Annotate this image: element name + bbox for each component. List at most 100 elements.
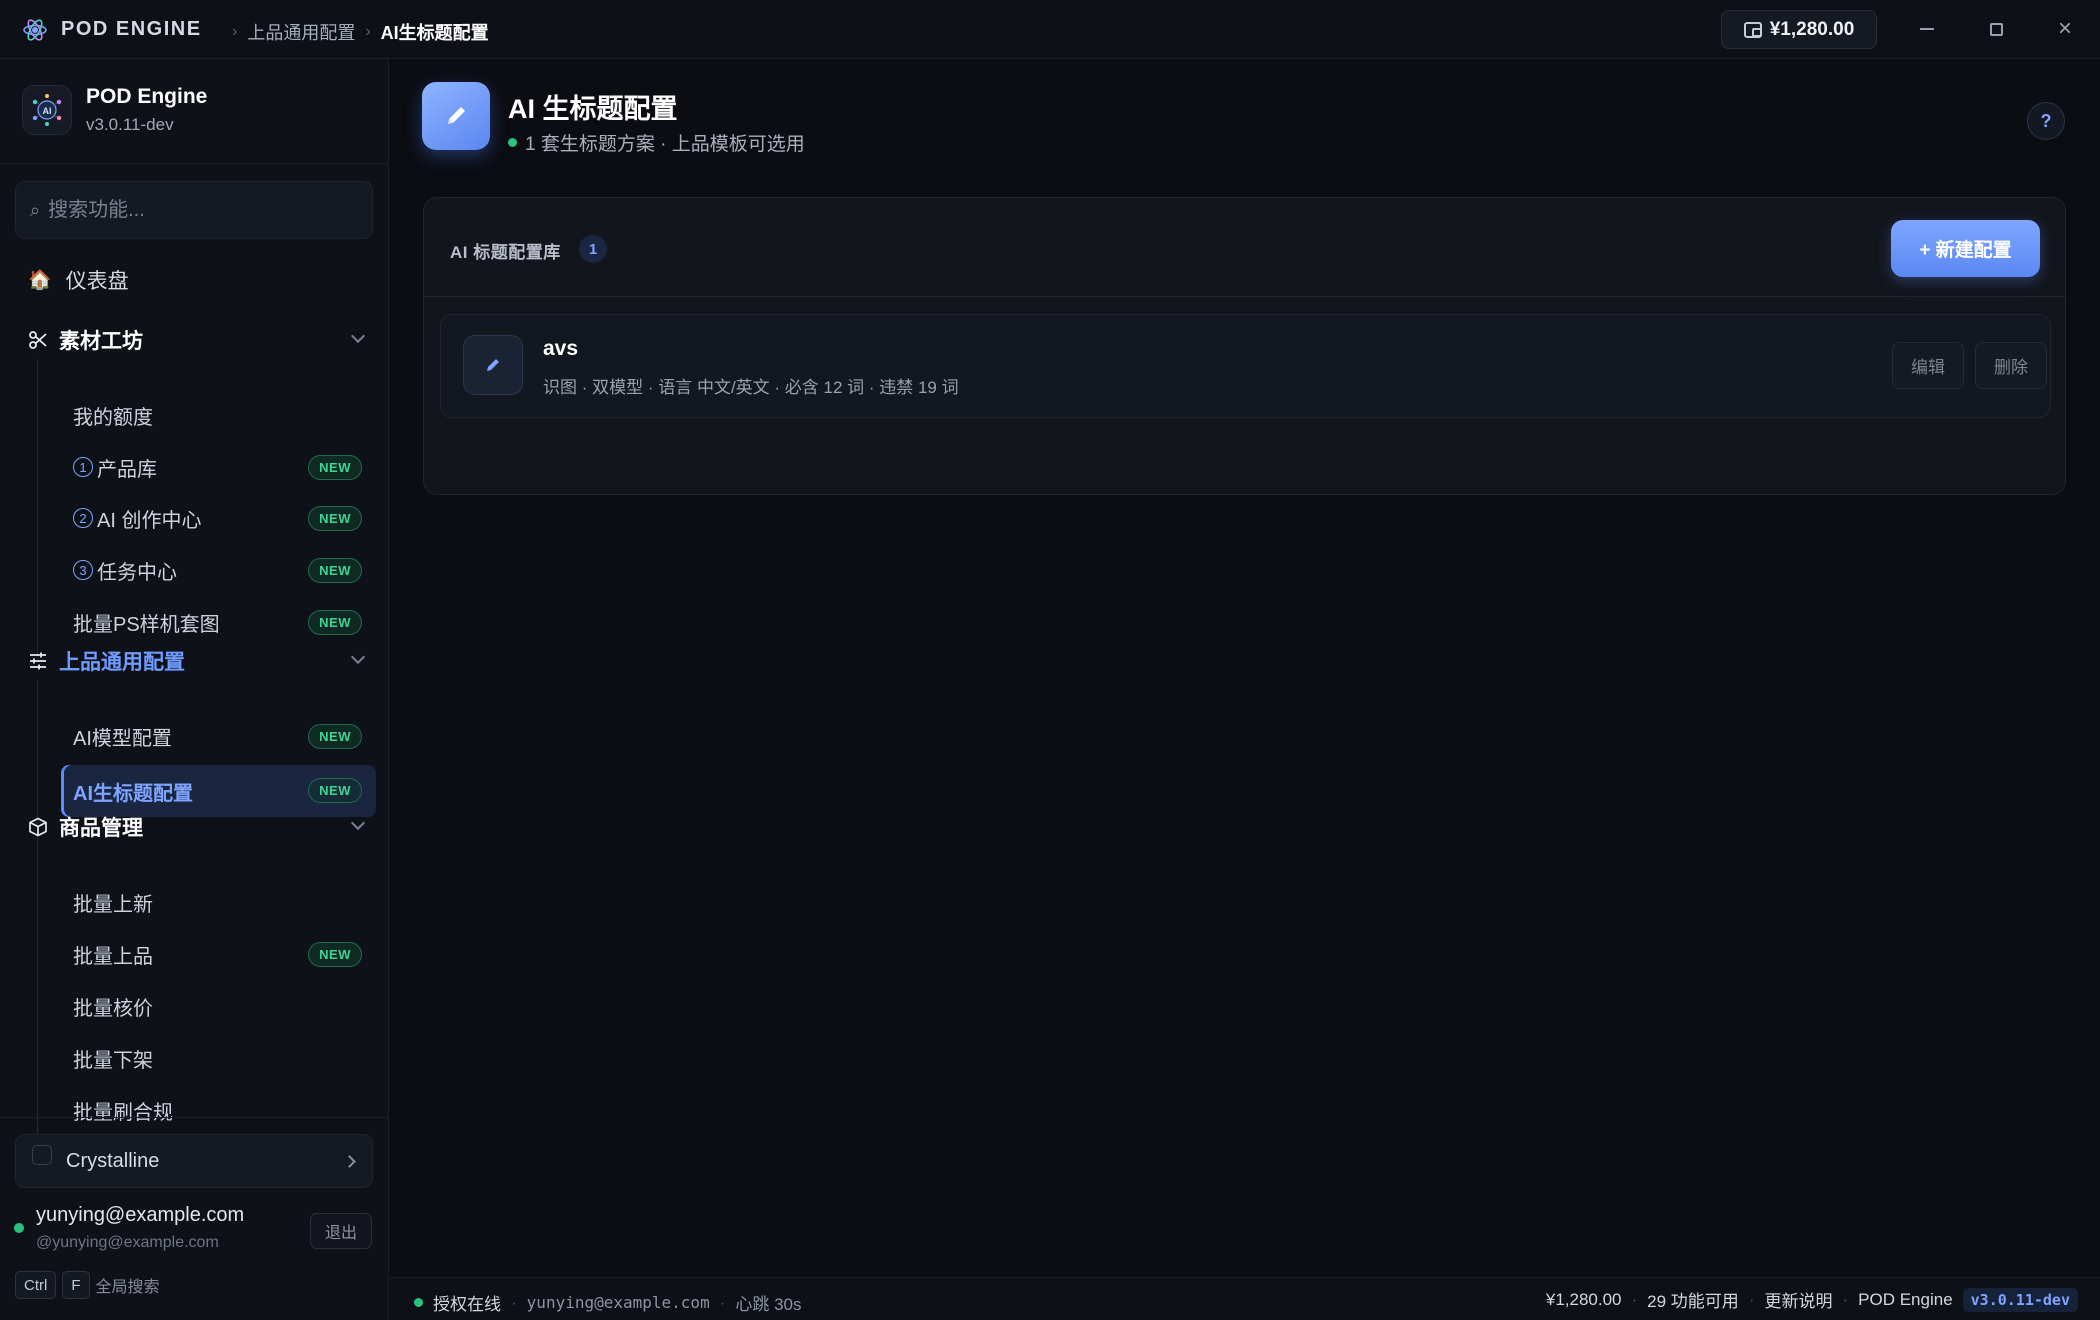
atom-logo-icon bbox=[23, 19, 47, 41]
sidebar-item-batch-ps-mockup[interactable]: 批量PS样机套图 NEW bbox=[61, 600, 376, 644]
config-card[interactable]: avs 识图 · 双模型 · 语言 中文/英文 · 必含 12 词 · 违禁 1… bbox=[440, 314, 2051, 418]
separator: · bbox=[1842, 1289, 1849, 1309]
user-email: yunying@example.com bbox=[36, 1204, 245, 1226]
status-bar: 授权在线 · yunying@example.com · 心跳 30s ¥1,2… bbox=[390, 1277, 2100, 1320]
sidebar-group-product-management[interactable]: 商品管理 bbox=[27, 812, 367, 842]
close-icon: × bbox=[2057, 15, 2072, 42]
sidebar-item-quota[interactable]: 我的额度 bbox=[61, 393, 376, 437]
separator: · bbox=[511, 1292, 517, 1312]
app-name: POD ENGINE bbox=[61, 18, 202, 40]
theme-selector[interactable]: Crystalline bbox=[15, 1134, 373, 1188]
sidebar-group-label: 素材工坊 bbox=[59, 330, 143, 353]
status-app-name: POD Engine bbox=[1858, 1289, 1953, 1309]
brand-name: POD Engine bbox=[86, 85, 208, 108]
sidebar-item-batch-pricing[interactable]: 批量核价 bbox=[61, 984, 376, 1028]
kbd-ctrl: Ctrl bbox=[15, 1271, 57, 1299]
version-badge: v3.0.11-dev bbox=[1962, 1287, 2078, 1312]
separator: · bbox=[1631, 1289, 1638, 1309]
sidebar-item-label: 批量上新 bbox=[73, 893, 153, 916]
step-number-badge: 1 bbox=[73, 457, 93, 477]
sidebar-item-label: AI模型配置 bbox=[73, 727, 172, 750]
delete-button[interactable]: 删除 bbox=[1975, 342, 2047, 389]
search-box: ⌕ bbox=[15, 181, 373, 239]
config-description: 识图 · 双模型 · 语言 中文/英文 · 必含 12 词 · 违禁 19 词 bbox=[543, 378, 959, 397]
sliders-icon bbox=[27, 650, 49, 672]
config-name: avs bbox=[543, 337, 579, 360]
main-content: AI 生标题配置 1 套生标题方案 · 上品模板可选用 ? AI 标题配置库 1… bbox=[390, 59, 2100, 1277]
chevron-down-icon bbox=[350, 649, 366, 665]
brand-version: v3.0.11-dev bbox=[86, 115, 174, 134]
theme-name: Crystalline bbox=[66, 1149, 160, 1172]
status-dot bbox=[508, 138, 517, 147]
sidebar-item-label: 批量PS样机套图 bbox=[73, 613, 220, 636]
panel-title: AI 标题配置库 bbox=[450, 243, 561, 262]
changelog-link[interactable]: 更新说明 bbox=[1764, 1287, 1832, 1312]
sidebar-item-batch-listing[interactable]: 批量上品 NEW bbox=[61, 932, 376, 976]
sidebar-item-batch-compliance[interactable]: 批量刷合规 bbox=[61, 1088, 376, 1132]
sidebar-item-label: 批量核价 bbox=[73, 997, 153, 1020]
separator: · bbox=[1748, 1289, 1755, 1309]
pencil-icon bbox=[463, 335, 523, 395]
theme-swatch-icon bbox=[32, 1145, 52, 1165]
scissors-icon bbox=[27, 329, 49, 351]
page-title: AI 生标题配置 bbox=[508, 94, 678, 124]
search-icon: ⌕ bbox=[30, 199, 41, 220]
atom-ai-icon: AI bbox=[32, 94, 62, 126]
sidebar-item-label: AI 创作中心 bbox=[97, 509, 202, 532]
new-config-button[interactable]: + 新建配置 bbox=[1891, 220, 2040, 277]
sidebar-item-label: 我的额度 bbox=[73, 406, 153, 429]
online-status-dot bbox=[414, 1298, 423, 1307]
sidebar-group-material[interactable]: 素材工坊 bbox=[27, 325, 367, 355]
new-badge: NEW bbox=[308, 778, 362, 803]
sidebar: AI POD Engine v3.0.11-dev ⌕ 🏠 仪表盘 素材工 bbox=[0, 59, 389, 1320]
new-badge: NEW bbox=[308, 942, 362, 967]
global-search-shortcut[interactable]: Ctrl F 全局搜索 bbox=[15, 1271, 160, 1299]
sidebar-item-ai-model-config[interactable]: AI模型配置 NEW bbox=[61, 714, 376, 758]
breadcrumb: › 上品通用配置 › AI生标题配置 bbox=[222, 19, 489, 45]
count-badge: 1 bbox=[579, 235, 607, 263]
title-bar: POD ENGINE › 上品通用配置 › AI生标题配置 ¥1,280.00 … bbox=[0, 0, 2100, 59]
brand-logo-icon: AI bbox=[22, 85, 72, 135]
status-balance: ¥1,280.00 bbox=[1545, 1289, 1622, 1309]
chevron-down-icon bbox=[350, 328, 366, 344]
wallet-balance-button[interactable]: ¥1,280.00 bbox=[1721, 10, 1877, 49]
help-button[interactable]: ? bbox=[2027, 102, 2065, 140]
chevron-right-icon: › bbox=[232, 23, 238, 40]
page-subtitle-text: 1 套生标题方案 · 上品模板可选用 bbox=[525, 134, 805, 155]
sidebar-item-task-center[interactable]: 3 任务中心 NEW bbox=[61, 548, 376, 592]
chevron-down-icon bbox=[350, 815, 366, 831]
sidebar-item-batch-delist[interactable]: 批量下架 bbox=[61, 1036, 376, 1080]
minimize-icon bbox=[1920, 28, 1934, 30]
chevron-right-icon: › bbox=[365, 23, 371, 40]
divider bbox=[0, 1117, 389, 1118]
panel-header: AI 标题配置库 1 + 新建配置 bbox=[424, 198, 2065, 297]
maximize-button[interactable] bbox=[1981, 14, 2011, 44]
kbd-f: F bbox=[62, 1271, 90, 1299]
sidebar-item-label: 任务中心 bbox=[97, 561, 177, 584]
sidebar-item-dashboard[interactable]: 🏠 仪表盘 bbox=[28, 265, 129, 295]
logout-button[interactable]: 退出 bbox=[310, 1213, 372, 1249]
sidebar-item-label: AI生标题配置 bbox=[73, 782, 193, 805]
breadcrumb-item-parent[interactable]: 上品通用配置 bbox=[247, 19, 355, 45]
step-number-badge: 3 bbox=[73, 560, 93, 580]
sidebar-item-ai-title-config[interactable]: AI生标题配置 NEW bbox=[61, 765, 376, 817]
sidebar-item-label: 批量刷合规 bbox=[73, 1101, 173, 1124]
minimize-button[interactable] bbox=[1912, 14, 1942, 44]
sidebar-item-product-library[interactable]: 1 产品库 NEW bbox=[61, 445, 376, 489]
new-badge: NEW bbox=[308, 455, 362, 480]
step-number-badge: 2 bbox=[73, 508, 93, 528]
sidebar-item-ai-creation[interactable]: 2 AI 创作中心 NEW bbox=[61, 496, 376, 540]
sidebar-item-batch-new[interactable]: 批量上新 bbox=[61, 880, 376, 924]
features-count: 29 功能可用 bbox=[1647, 1292, 1739, 1311]
sidebar-item-label: 批量上品 bbox=[73, 945, 153, 968]
sidebar-group-listing-config[interactable]: 上品通用配置 bbox=[27, 646, 367, 676]
edit-button[interactable]: 编辑 bbox=[1892, 342, 1964, 389]
svg-text:AI: AI bbox=[43, 106, 52, 116]
tree-line bbox=[37, 359, 38, 657]
separator: · bbox=[719, 1292, 726, 1312]
heartbeat: 心跳 30s bbox=[735, 1295, 802, 1314]
search-input[interactable] bbox=[48, 198, 349, 222]
license-status: 授权在线 bbox=[433, 1295, 501, 1314]
close-button[interactable]: × bbox=[2050, 14, 2080, 44]
new-badge: NEW bbox=[308, 558, 362, 583]
